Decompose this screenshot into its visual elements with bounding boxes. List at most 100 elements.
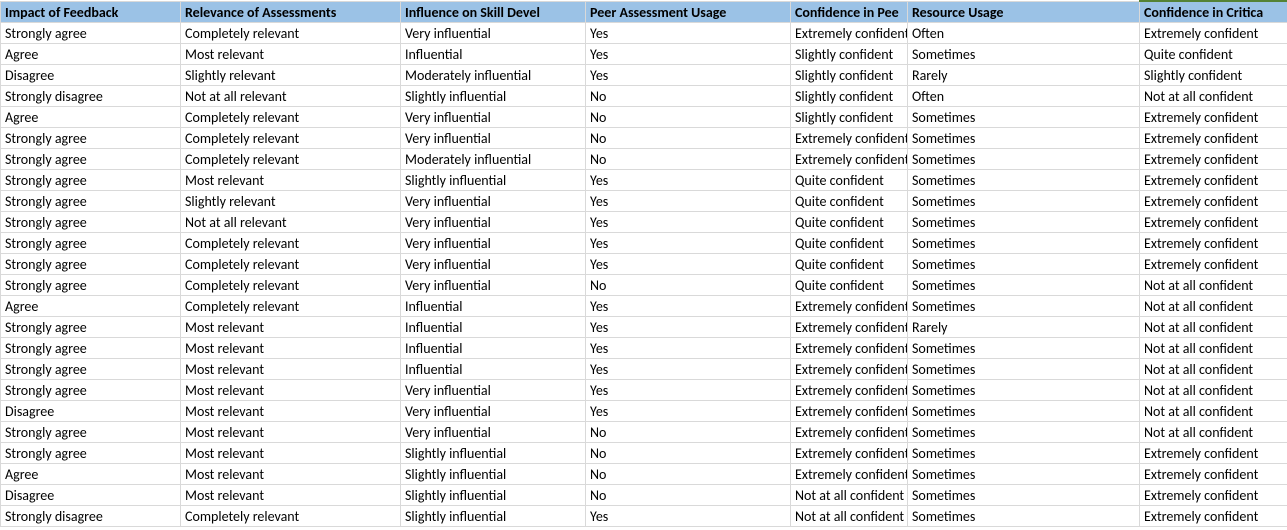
cell[interactable]: Yes <box>586 317 791 338</box>
cell[interactable]: Agree <box>1 44 181 65</box>
cell[interactable]: Yes <box>586 380 791 401</box>
cell[interactable]: No <box>586 107 791 128</box>
cell[interactable]: Extremely confident <box>791 422 908 443</box>
cell[interactable]: Influential <box>401 317 586 338</box>
cell[interactable]: Strongly agree <box>1 170 181 191</box>
cell[interactable]: Extremely confident <box>1140 254 1287 275</box>
cell[interactable]: Yes <box>586 23 791 44</box>
cell[interactable]: No <box>586 275 791 296</box>
cell[interactable]: Quite confident <box>791 170 908 191</box>
cell[interactable]: Very influential <box>401 107 586 128</box>
cell[interactable]: Most relevant <box>181 401 401 422</box>
cell[interactable]: Sometimes <box>908 296 1140 317</box>
cell[interactable]: Strongly agree <box>1 380 181 401</box>
cell[interactable]: Slightly influential <box>401 170 586 191</box>
table-row[interactable]: Strongly agreeSlightly relevantVery infl… <box>1 191 1287 212</box>
cell[interactable]: No <box>586 86 791 107</box>
cell[interactable]: Not at all confident <box>1140 380 1287 401</box>
cell[interactable]: Extremely confident <box>791 359 908 380</box>
cell[interactable]: Most relevant <box>181 359 401 380</box>
cell[interactable]: Not at all relevant <box>181 212 401 233</box>
cell[interactable]: Strongly agree <box>1 422 181 443</box>
cell[interactable]: Yes <box>586 338 791 359</box>
cell[interactable]: Not at all confident <box>1140 86 1287 107</box>
table-row[interactable]: Strongly disagreeNot at all relevant Slig… <box>1 86 1287 107</box>
cell[interactable]: Extremely confident <box>1140 107 1287 128</box>
cell[interactable]: Very influential <box>401 23 586 44</box>
cell[interactable]: Strongly disagree <box>1 506 181 527</box>
cell[interactable]: Completely relevant <box>181 506 401 527</box>
cell[interactable]: Slightly confident <box>791 86 908 107</box>
cell[interactable]: Sometimes <box>908 44 1140 65</box>
table-row[interactable]: Strongly agreeCompletely relevantVery in… <box>1 275 1287 296</box>
cell[interactable]: No <box>586 464 791 485</box>
cell[interactable]: Agree <box>1 107 181 128</box>
cell[interactable]: Extremely confident <box>1140 128 1287 149</box>
cell[interactable]: Not at all confident <box>1140 401 1287 422</box>
cell[interactable]: Strongly agree <box>1 359 181 380</box>
table-row[interactable]: Strongly agreeMost relevantInfluentialYe… <box>1 338 1287 359</box>
cell[interactable]: Most relevant <box>181 422 401 443</box>
cell[interactable]: Not at all confident <box>1140 359 1287 380</box>
cell[interactable]: Yes <box>586 44 791 65</box>
cell[interactable]: Slightly confident <box>791 107 908 128</box>
cell[interactable]: Strongly agree <box>1 338 181 359</box>
cell[interactable]: Yes <box>586 296 791 317</box>
cell[interactable]: Slightly influential <box>401 464 586 485</box>
cell[interactable]: Extremely confident <box>791 149 908 170</box>
cell[interactable]: Not at all relevant <box>181 86 401 107</box>
table-row[interactable]: AgreeCompletely relevantVery influential… <box>1 107 1287 128</box>
cell[interactable]: Very influential <box>401 233 586 254</box>
cell[interactable]: Influential <box>401 359 586 380</box>
col-header[interactable]: Peer Assessment Usage <box>586 1 791 23</box>
cell[interactable]: Quite confident <box>1140 44 1287 65</box>
cell[interactable]: No <box>586 443 791 464</box>
cell[interactable]: Extremely confident <box>791 317 908 338</box>
table-row[interactable]: DisagreeMost relevantSlightly influentia… <box>1 485 1287 506</box>
col-header[interactable]: Impact of Feedback <box>1 1 181 23</box>
table-row[interactable]: Strongly agreeMost relevantVery influent… <box>1 422 1287 443</box>
cell[interactable]: Sometimes <box>908 506 1140 527</box>
cell[interactable]: Completely relevant <box>181 107 401 128</box>
cell[interactable]: Yes <box>586 254 791 275</box>
cell[interactable]: Sometimes <box>908 443 1140 464</box>
cell[interactable]: Most relevant <box>181 170 401 191</box>
data-table[interactable]: Impact of Feedback Relevance of Assessme… <box>0 0 1287 527</box>
cell[interactable]: Completely relevant <box>181 23 401 44</box>
cell[interactable]: Slightly relevant <box>181 191 401 212</box>
table-row[interactable]: DisagreeSlightly relevantModerately infl… <box>1 65 1287 86</box>
cell[interactable]: Most relevant <box>181 44 401 65</box>
cell[interactable]: Strongly agree <box>1 443 181 464</box>
cell[interactable]: Quite confident <box>791 275 908 296</box>
col-header[interactable]: Influence on Skill Devel <box>401 1 586 23</box>
cell[interactable]: Disagree <box>1 485 181 506</box>
cell[interactable]: Sometimes <box>908 464 1140 485</box>
cell[interactable]: Extremely confident <box>1140 233 1287 254</box>
table-row[interactable]: Strongly agreeMost relevantVery influent… <box>1 380 1287 401</box>
cell[interactable]: Extremely confident <box>1140 506 1287 527</box>
cell[interactable]: Sometimes <box>908 380 1140 401</box>
cell[interactable]: Quite confident <box>791 233 908 254</box>
cell[interactable]: Sometimes <box>908 485 1140 506</box>
cell[interactable]: Quite confident <box>791 212 908 233</box>
cell[interactable]: Very influential <box>401 275 586 296</box>
cell[interactable]: Moderately influential <box>401 149 586 170</box>
cell[interactable]: Influential <box>401 338 586 359</box>
cell[interactable]: Completely relevant <box>181 296 401 317</box>
cell[interactable]: Yes <box>586 170 791 191</box>
table-row[interactable]: Strongly agreeNot at all relevantVery in… <box>1 212 1287 233</box>
cell[interactable]: Yes <box>586 65 791 86</box>
cell[interactable]: Yes <box>586 233 791 254</box>
table-row[interactable]: Strongly agreeMost relevantSlightly infl… <box>1 443 1287 464</box>
cell[interactable]: Very influential <box>401 212 586 233</box>
table-row[interactable]: DisagreeMost relevantVery influentialYes… <box>1 401 1287 422</box>
cell[interactable]: Most relevant <box>181 443 401 464</box>
cell[interactable]: Not at all confident <box>1140 275 1287 296</box>
cell[interactable]: Very influential <box>401 380 586 401</box>
cell[interactable]: Strongly disagree <box>1 86 181 107</box>
cell[interactable]: Rarely <box>908 317 1140 338</box>
table-row[interactable]: AgreeMost relevantSlightly influentialNo… <box>1 464 1287 485</box>
cell[interactable]: Completely relevant <box>181 149 401 170</box>
cell[interactable]: Completely relevant <box>181 233 401 254</box>
cell[interactable]: Extremely confident <box>791 443 908 464</box>
